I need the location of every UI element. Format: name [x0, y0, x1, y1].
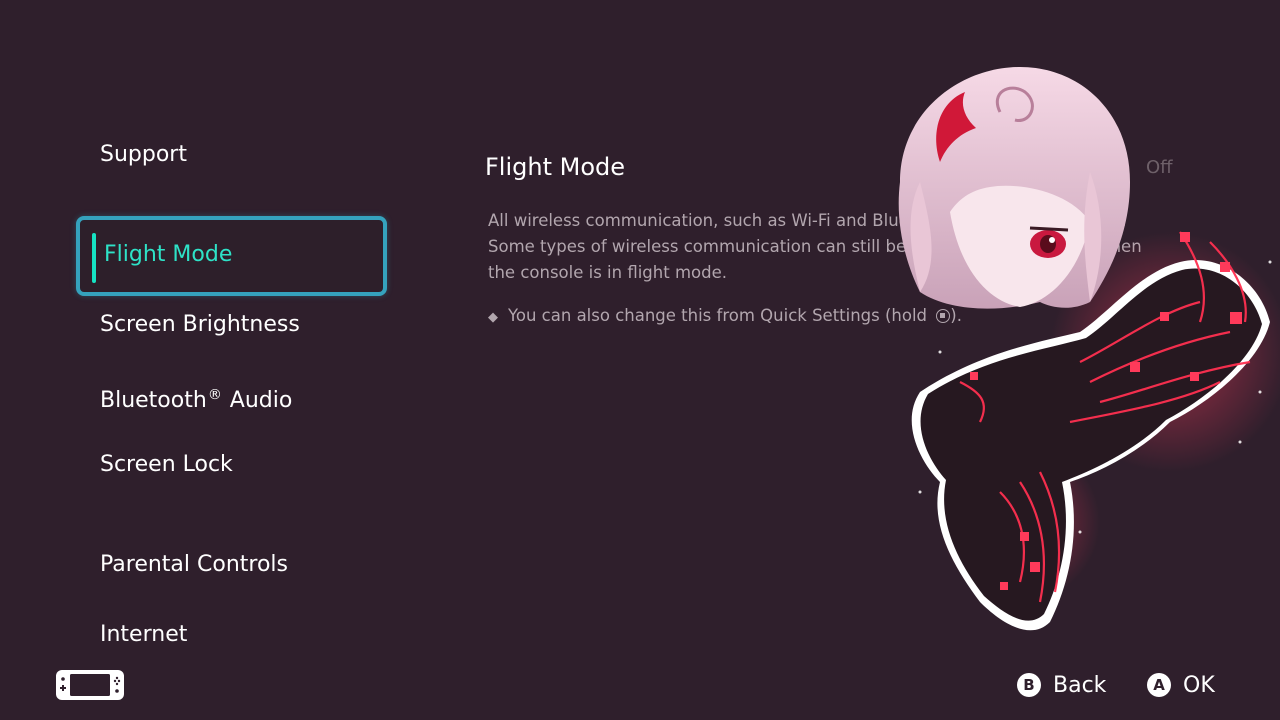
- sidebar-item-screen-lock[interactable]: Screen Lock: [100, 450, 233, 480]
- sidebar-item-label-end: Audio: [222, 388, 293, 413]
- sidebar-item-support[interactable]: Support: [100, 140, 187, 170]
- sidebar-item-flight-mode[interactable]: Flight Mode: [76, 216, 387, 296]
- setting-title: Flight Mode: [485, 153, 626, 181]
- handheld-console-icon: [56, 670, 124, 700]
- sidebar-item-parental-controls[interactable]: Parental Controls: [100, 550, 288, 580]
- a-button-icon: A: [1147, 673, 1171, 697]
- sidebar-item-label: Bluetooth: [100, 388, 207, 413]
- registered-mark: ®: [207, 387, 222, 403]
- sidebar-item-label: Flight Mode: [104, 242, 233, 267]
- sidebar-item-internet[interactable]: Internet: [100, 620, 187, 650]
- sidebar-item-screen-brightness[interactable]: Screen Brightness: [100, 310, 300, 340]
- note-text: You can also change this from Quick Sett…: [508, 306, 928, 325]
- ok-label: OK: [1183, 672, 1215, 698]
- theme-character-artwork: [898, 67, 1280, 631]
- diamond-icon: ◆: [488, 310, 498, 325]
- back-label: Back: [1053, 672, 1107, 698]
- b-button-icon: B: [1017, 673, 1041, 697]
- sidebar-item-bluetooth-audio[interactable]: Bluetooth® Audio: [100, 380, 292, 416]
- ok-button[interactable]: A OK: [1147, 670, 1215, 700]
- selection-indicator: [92, 233, 96, 283]
- settings-sidebar: Support Flight Mode Screen Brightness Bl…: [0, 0, 420, 720]
- back-button[interactable]: B Back: [1017, 670, 1106, 700]
